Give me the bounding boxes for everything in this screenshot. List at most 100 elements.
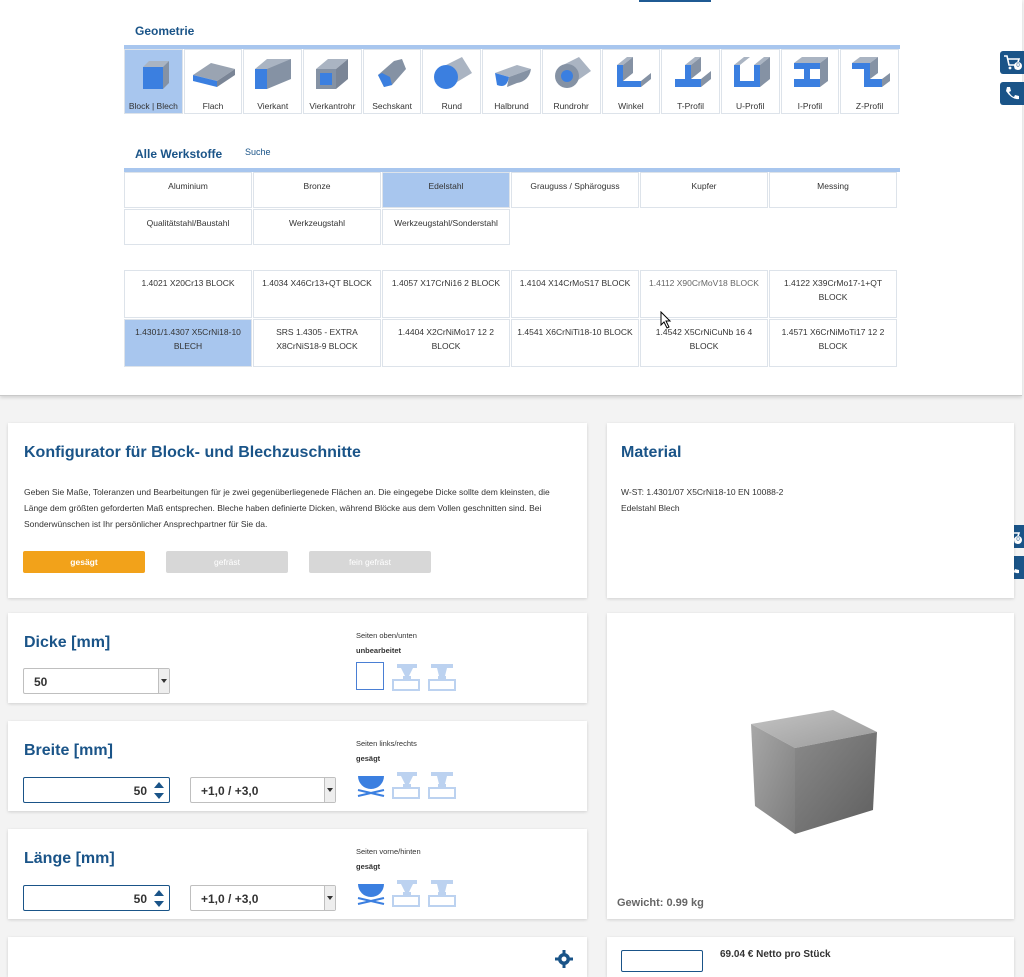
decrement-icon[interactable]	[154, 901, 164, 907]
material-kupfer[interactable]: Kupfer	[640, 172, 768, 208]
geometry-i-profile[interactable]: I-Profil	[780, 49, 840, 114]
geometry-title: Geometrie	[135, 24, 195, 38]
material-row-1: Aluminium Bronze Edelstahl Grauguss / Sp…	[124, 172, 898, 208]
geometry-round-tube[interactable]: Rundrohr	[541, 49, 601, 114]
thickness-processing-label: unbearbeitet	[356, 646, 402, 655]
geometry-round[interactable]: Rund	[422, 49, 482, 114]
mill-option-icon[interactable]	[391, 662, 421, 692]
unprocessed-option-icon[interactable]	[356, 662, 384, 690]
sawn-button[interactable]: gesägt	[23, 551, 145, 573]
material-row-2: Qualitätstahl/Baustahl Werkzeugstahl Wer…	[124, 209, 511, 245]
mouse-cursor-icon	[660, 311, 672, 329]
thickness-select[interactable]: 50	[23, 668, 170, 694]
material-bronze[interactable]: Bronze	[253, 172, 381, 208]
grade-item[interactable]: 1.4541 X6CrNiTi18-10 BLOCK	[511, 319, 639, 367]
cart-count: 0	[1014, 536, 1022, 544]
angle-profile-icon	[616, 57, 651, 87]
grade-item[interactable]: 1.4104 X14CrMoS17 BLOCK	[511, 270, 639, 318]
geometry-block[interactable]: Block | Blech	[124, 49, 183, 114]
chevron-down-icon	[324, 886, 335, 910]
saw-option-icon[interactable]	[356, 878, 386, 908]
geometry-hexagon[interactable]: Sechskant	[362, 49, 422, 114]
weight-label: Gewicht: 0.99 kg	[617, 897, 704, 909]
material-qualitaetstahl[interactable]: Qualitätstahl/Baustahl	[124, 209, 252, 245]
width-processing-label: gesägt	[356, 754, 381, 763]
width-tolerance-select[interactable]: +1,0 / +3,0	[190, 777, 336, 803]
fine-mill-option-icon[interactable]	[427, 878, 457, 908]
material-grauguss[interactable]: Grauguss / Sphäroguss	[511, 172, 639, 208]
cart-button[interactable]: 0	[1000, 51, 1024, 74]
material-aluminium[interactable]: Aluminium	[124, 172, 252, 208]
t-profile-icon	[674, 57, 711, 87]
square-bar-icon	[254, 59, 291, 89]
milled-button[interactable]: gefräst	[166, 551, 288, 573]
material-spec: W-ST: 1.4301/07 X5CrNi18-10 EN 10088-2	[621, 487, 784, 497]
configurator-title: Konfigurator für Block- und Blechzuschni…	[24, 444, 361, 461]
material-edelstahl[interactable]: Edelstahl	[382, 172, 510, 208]
fine-mill-option-icon[interactable]	[427, 662, 457, 692]
round-tube-icon	[555, 57, 592, 88]
geometry-angle[interactable]: Winkel	[601, 49, 661, 114]
z-profile-icon	[851, 57, 890, 87]
length-processing-label: gesägt	[356, 862, 381, 871]
length-tolerance-select[interactable]: +1,0 / +3,0	[190, 885, 336, 911]
width-input[interactable]: 50	[23, 777, 170, 803]
grade-row-1: 1.4021 X20Cr13 BLOCK 1.4034 X46Cr13+QT B…	[124, 270, 898, 318]
grade-item-selected[interactable]: 1.4301/1.4307 X5CrNi18-10 BLECH	[124, 319, 252, 367]
geometry-half-round[interactable]: Halbrund	[482, 49, 541, 114]
grade-item[interactable]: 1.4571 X6CrNiMoTi17 12 2 BLOCK	[769, 319, 897, 367]
block-icon	[143, 61, 170, 89]
grade-item[interactable]: 1.4057 X17CrNi16 2 BLOCK	[382, 270, 510, 318]
i-profile-icon	[793, 57, 828, 87]
length-sides-label: Seiten vorne/hinten	[356, 847, 421, 856]
decrement-icon[interactable]	[154, 793, 164, 799]
selection-panel: Geometrie Block | Blech Flach Vierkant V…	[0, 0, 1022, 396]
block-3d-preview	[751, 710, 877, 834]
configurator-description: Geben Sie Maße, Toleranzen und Bearbeitu…	[24, 487, 550, 529]
length-title: Länge [mm]	[24, 850, 115, 867]
mill-option-icon[interactable]	[391, 878, 421, 908]
grade-item[interactable]: 1.4122 X39CrMo17-1+QT BLOCK	[769, 270, 897, 318]
active-tab-indicator	[639, 0, 711, 2]
geometry-u-profile[interactable]: U-Profil	[720, 49, 780, 114]
increment-icon[interactable]	[154, 782, 164, 788]
round-bar-icon	[433, 57, 472, 89]
phone-button[interactable]	[1000, 82, 1024, 105]
search-link[interactable]: Suche	[245, 147, 271, 157]
material-werkzeugstahl[interactable]: Werkzeugstahl	[253, 209, 381, 245]
geometry-z-profile[interactable]: Z-Profil	[840, 49, 899, 114]
quantity-input[interactable]	[621, 950, 703, 972]
geometry-square-bar[interactable]: Vierkant	[243, 49, 303, 114]
materials-title: Alle Werkstoffe	[135, 147, 223, 161]
material-sonderstahl[interactable]: Werkzeugstahl/Sonderstahl	[382, 209, 510, 245]
length-input[interactable]: 50	[23, 885, 170, 911]
chevron-down-icon	[158, 669, 169, 693]
material-messing[interactable]: Messing	[769, 172, 897, 208]
increment-icon[interactable]	[154, 890, 164, 896]
saw-option-icon[interactable]	[356, 770, 386, 800]
hexagon-bar-icon	[378, 59, 407, 87]
chevron-down-icon	[324, 778, 335, 802]
fine-milled-button[interactable]: fein gefräst	[309, 551, 431, 573]
thickness-title: Dicke [mm]	[24, 634, 111, 651]
thickness-sides-label: Seiten oben/unten	[356, 631, 417, 640]
price-label: 69.04 € Netto pro Stück	[720, 949, 831, 960]
grade-item[interactable]: 1.4034 X46Cr13+QT BLOCK	[253, 270, 381, 318]
grade-item[interactable]: SRS 1.4305 - EXTRA X8CrNiS18-9 BLOCK	[253, 319, 381, 367]
geometry-selector: Block | Blech Flach Vierkant Vierkantroh…	[124, 45, 900, 116]
half-round-icon	[495, 65, 532, 87]
grade-item[interactable]: 1.4021 X20Cr13 BLOCK	[124, 270, 252, 318]
width-sides-label: Seiten links/rechts	[356, 739, 417, 748]
geometry-square-tube[interactable]: Vierkantrohr	[303, 49, 362, 114]
grade-row-2: 1.4301/1.4307 X5CrNi18-10 BLECH SRS 1.43…	[124, 319, 898, 367]
grade-item[interactable]: 1.4404 X2CrNiMo17 12 2 BLOCK	[382, 319, 510, 367]
fine-mill-option-icon[interactable]	[427, 770, 457, 800]
geometry-flat[interactable]: Flach	[183, 49, 243, 114]
cart-count: 0	[1014, 62, 1022, 70]
mill-option-icon[interactable]	[391, 770, 421, 800]
square-tube-icon	[316, 59, 349, 89]
phone-icon	[1006, 87, 1019, 100]
flat-icon	[193, 63, 236, 87]
gear-icon[interactable]	[555, 950, 573, 968]
geometry-t-profile[interactable]: T-Profil	[661, 49, 720, 114]
